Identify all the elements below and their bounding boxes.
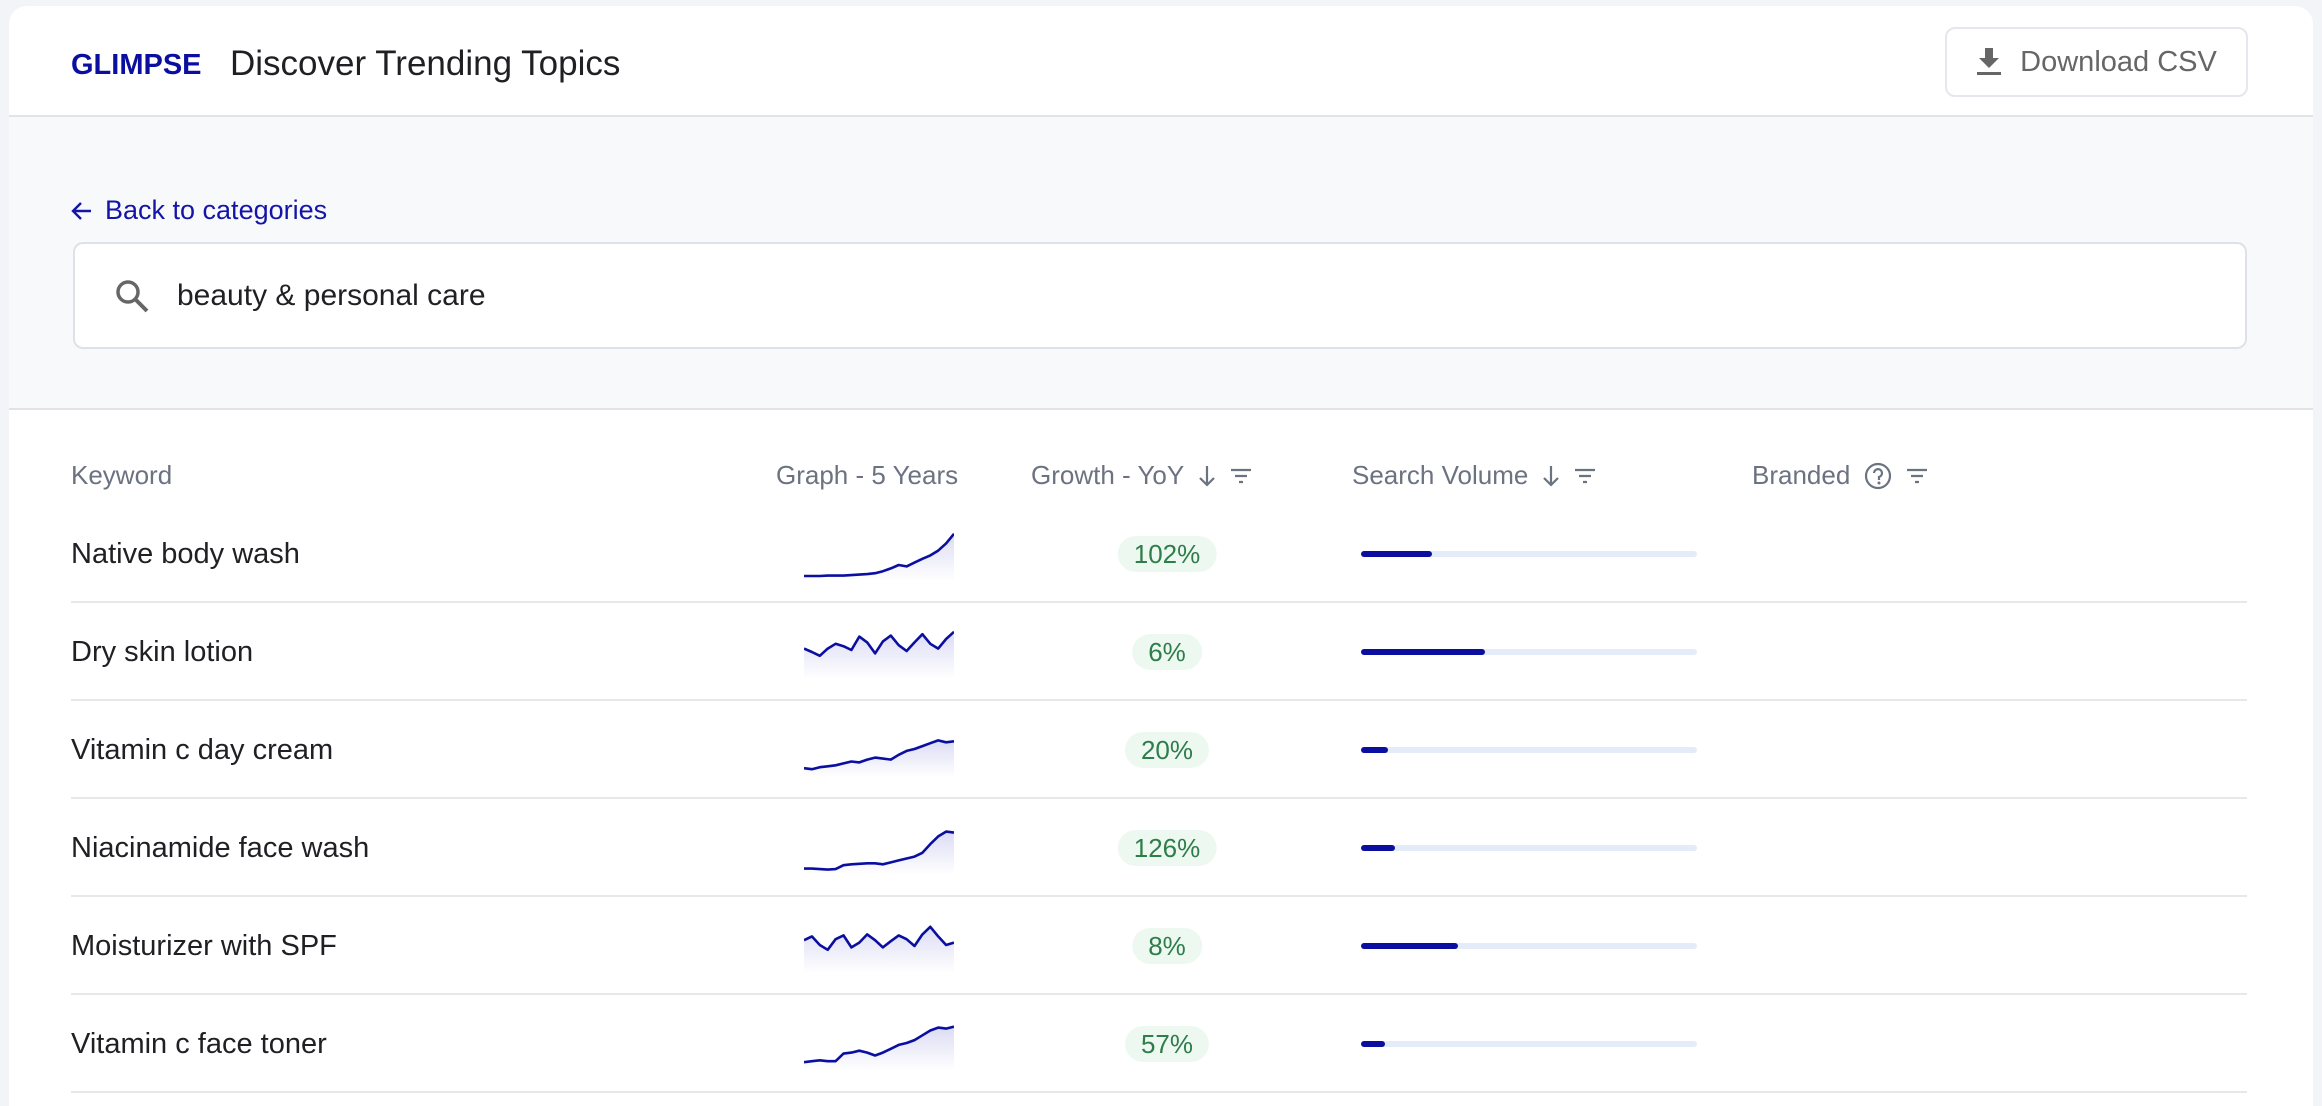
keyword-text[interactable]: Native body wash [71,538,300,571]
table-row[interactable]: Moisturizer with SPF 8% [71,897,2247,995]
trend-sparkline [804,830,954,875]
search-input[interactable] [177,278,2077,313]
search-box[interactable] [73,242,2247,349]
search-volume-bar [1361,747,1697,753]
table-row[interactable]: Vitamin c day cream 20% [71,701,2247,799]
growth-badge: 57% [1124,1026,1210,1062]
back-to-categories-link[interactable]: Back to categories [71,195,327,226]
sort-down-icon[interactable] [1198,464,1216,488]
sparkline-area [804,631,954,679]
growth-badge: 20% [1124,732,1210,768]
trend-sparkline [804,739,954,777]
growth-badge: 102% [1117,536,1217,572]
sparkline-area [804,1026,954,1071]
sort-down-icon[interactable] [1542,464,1560,488]
keyword-text[interactable]: Vitamin c day cream [71,734,333,767]
search-volume-bar [1361,943,1697,949]
download-csv-label: Download CSV [2020,45,2217,78]
search-volume-bar [1361,1041,1697,1047]
column-header-search-volume[interactable]: Search Volume [1352,460,1596,491]
search-volume-fill [1361,943,1459,949]
download-csv-button[interactable]: Download CSV [1945,27,2248,97]
glimpse-logo[interactable]: GLIMPSE [71,49,202,82]
table-row[interactable]: Vitamin c face toner 57% [71,995,2247,1093]
search-volume-bar [1361,551,1697,557]
search-volume-fill [1361,649,1486,655]
download-icon [1977,48,2002,75]
filter-icon[interactable] [1574,467,1596,485]
search-volume-fill [1361,845,1395,851]
filter-icon[interactable] [1230,467,1252,485]
arrow-left-icon [71,201,91,220]
table-row[interactable]: Dry skin lotion 6% [71,603,2247,701]
search-icon [116,279,149,312]
search-volume-bar [1361,649,1697,655]
keyword-text[interactable]: Moisturizer with SPF [71,930,337,963]
table-row[interactable]: Niacinamide face wash 126% [71,799,2247,897]
trend-sparkline [804,630,954,679]
filters-section: Back to categories [9,117,2313,410]
column-header-branded[interactable]: Branded [1752,460,1928,491]
back-label: Back to categories [105,195,328,225]
keyword-text[interactable]: Vitamin c face toner [71,1028,327,1061]
filter-icon[interactable] [1906,467,1928,485]
search-volume-fill [1361,551,1432,557]
search-volume-fill [1361,1041,1385,1047]
page-title: Discover Trending Topics [230,44,621,83]
trend-sparkline [804,532,954,581]
help-icon[interactable] [1864,462,1892,490]
search-volume-fill [1361,747,1388,753]
trend-sparkline [804,1025,954,1071]
main-card: GLIMPSE Discover Trending Topics Downloa… [9,6,2313,1106]
keyword-text[interactable]: Dry skin lotion [71,636,253,669]
growth-badge: 126% [1117,830,1217,866]
column-header-keyword: Keyword [71,460,173,490]
keyword-text[interactable]: Niacinamide face wash [71,832,369,865]
search-volume-bar [1361,845,1697,851]
trend-sparkline [804,925,954,973]
growth-badge: 6% [1132,634,1202,670]
column-header-growth[interactable]: Growth - YoY [1031,460,1252,491]
header: GLIMPSE Discover Trending Topics Downloa… [9,6,2313,117]
column-header-graph: Graph - 5 Years [776,460,959,490]
growth-badge: 8% [1132,928,1202,964]
table-row[interactable]: Native body wash 102% [71,505,2247,603]
sparkline-area [804,533,954,581]
